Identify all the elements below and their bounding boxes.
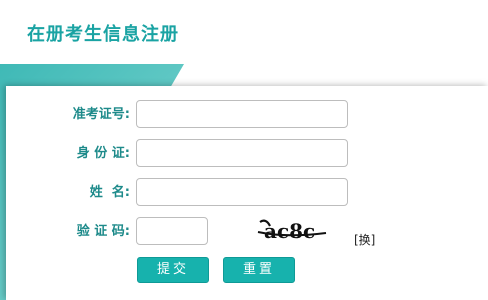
submit-button[interactable]: 提交 <box>137 257 209 283</box>
captcha-text: ac8c <box>264 219 315 243</box>
name-input[interactable] <box>136 178 348 206</box>
banner-cutout <box>170 64 488 88</box>
id-card-label: 身 份 证: <box>76 146 130 161</box>
captcha-row: 验 证 码: <box>6 217 488 247</box>
id-card-input[interactable] <box>136 139 348 167</box>
name-row: 姓 名: <box>6 178 488 208</box>
captcha-input[interactable] <box>136 217 208 245</box>
refresh-captcha-link[interactable]: [换] <box>354 231 375 248</box>
name-label: 姓 名: <box>89 185 130 200</box>
captcha-image[interactable]: ac8c <box>256 216 328 244</box>
reset-button[interactable]: 重置 <box>223 257 295 283</box>
page-title: 在册考生信息注册 <box>27 24 179 45</box>
exam-id-label: 准考证号: <box>72 107 130 122</box>
exam-id-input[interactable] <box>136 100 348 128</box>
exam-id-row: 准考证号: <box>6 100 488 130</box>
registration-form: 准考证号: 身 份 证: 姓 名: 验 证 码: ac8c [换] 提交 重置 <box>6 86 488 300</box>
id-card-row: 身 份 证: <box>6 139 488 169</box>
captcha-label: 验 证 码: <box>76 224 130 239</box>
